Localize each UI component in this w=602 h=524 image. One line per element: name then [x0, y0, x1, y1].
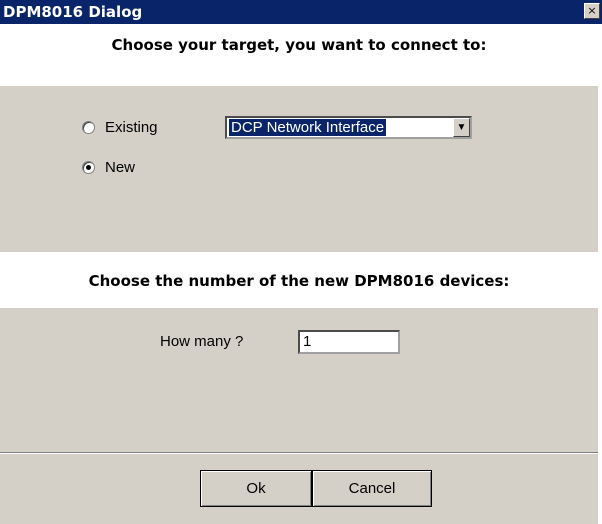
radio-existing-label: Existing	[105, 119, 158, 136]
radio-existing-icon[interactable]	[82, 121, 95, 134]
radio-existing[interactable]: Existing	[82, 119, 158, 136]
title-bar: DPM8016 Dialog ×	[0, 0, 602, 24]
radio-new[interactable]: New	[82, 159, 135, 176]
target-combobox[interactable]: DCP Network Interface ▼	[225, 116, 472, 139]
ok-button[interactable]: Ok	[200, 470, 312, 507]
radio-new-label: New	[105, 159, 136, 176]
combobox-dropdown-button[interactable]: ▼	[453, 118, 470, 137]
radio-new-icon[interactable]	[82, 161, 95, 174]
close-button[interactable]: ×	[584, 3, 600, 19]
count-heading: Choose the number of the new DPM8016 dev…	[88, 272, 510, 290]
window-title: DPM8016 Dialog	[3, 3, 143, 21]
how-many-input[interactable]: 1	[298, 330, 400, 354]
combobox-value: DCP Network Interface	[229, 119, 387, 136]
chevron-down-icon: ▼	[456, 122, 467, 133]
count-heading-band: Choose the number of the new DPM8016 dev…	[0, 252, 598, 308]
cancel-button[interactable]: Cancel	[312, 470, 432, 507]
close-icon: ×	[587, 4, 597, 17]
how-many-label: How many ?	[160, 333, 244, 350]
button-separator	[0, 452, 598, 454]
target-heading-band: Choose your target, you want to connect …	[0, 24, 598, 86]
window-right-edge	[598, 24, 602, 524]
target-heading: Choose your target, you want to connect …	[111, 36, 487, 54]
